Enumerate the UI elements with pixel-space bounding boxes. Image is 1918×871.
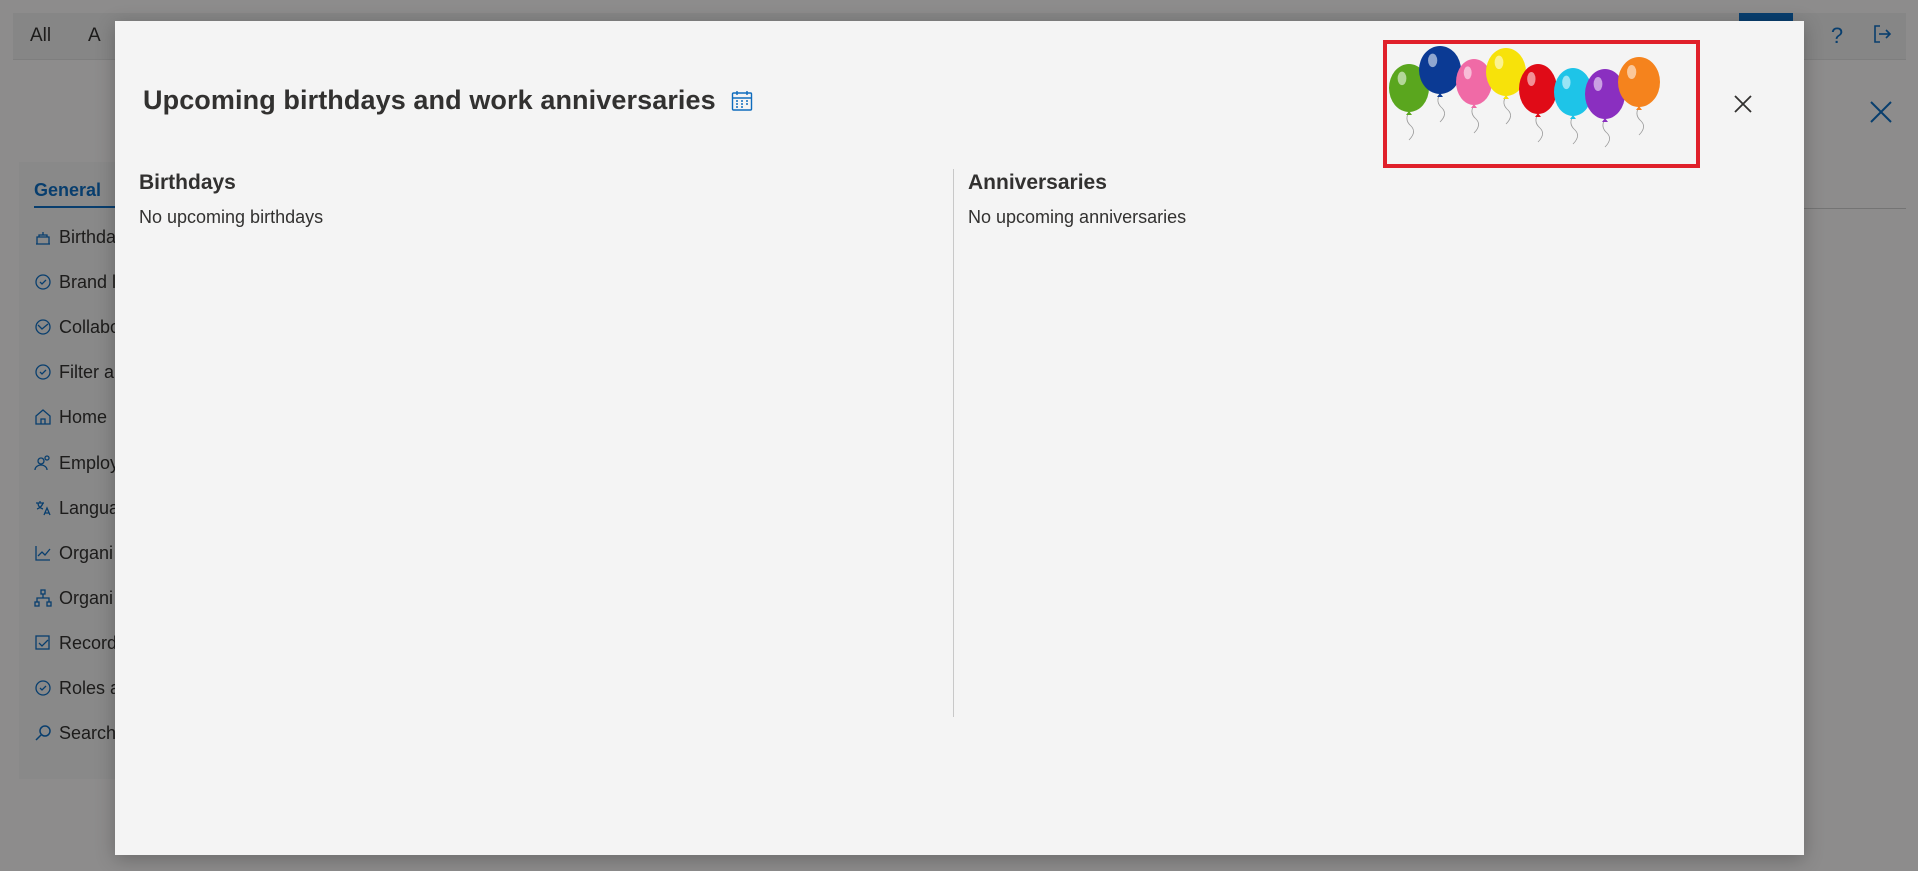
- birthdays-section: Birthdays No upcoming birthdays: [139, 171, 323, 228]
- balloon: [1554, 68, 1592, 145]
- anniversaries-empty-text: No upcoming anniversaries: [968, 207, 1187, 227]
- calendar-icon[interactable]: [730, 89, 754, 113]
- anniversaries-heading: Anniversaries: [968, 171, 1107, 194]
- balloon: [1419, 46, 1461, 123]
- dialog-header: Upcoming birthdays and work anniversarie…: [143, 85, 754, 116]
- balloon: [1519, 64, 1557, 143]
- column-divider: [953, 169, 954, 717]
- birthdays-empty-text: No upcoming birthdays: [139, 207, 324, 227]
- app-window: All A ? General Birthda Brand l Collabo …: [0, 0, 1918, 871]
- balloon: [1618, 57, 1660, 136]
- close-icon[interactable]: [1728, 89, 1758, 119]
- birthdays-heading: Birthdays: [139, 171, 236, 194]
- birthdays-dialog: Upcoming birthdays and work anniversarie…: [115, 21, 1804, 855]
- anniversaries-section: Anniversaries No upcoming anniversaries: [968, 171, 1186, 228]
- balloons-image: [1383, 40, 1700, 168]
- dialog-title: Upcoming birthdays and work anniversarie…: [143, 85, 716, 115]
